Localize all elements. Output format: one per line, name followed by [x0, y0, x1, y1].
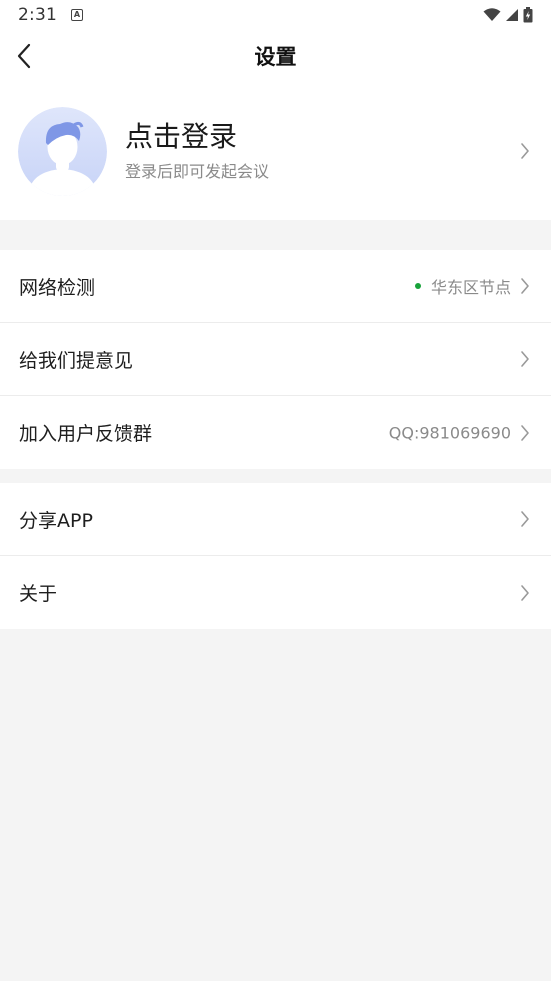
chevron-right-icon: [521, 511, 529, 527]
chevron-right-icon: [521, 143, 529, 159]
login-title: 点击登录: [125, 120, 238, 153]
chevron-right-icon: [521, 584, 529, 601]
wifi-icon: [483, 8, 501, 21]
signal-icon: [506, 9, 518, 21]
page-title: 设置: [254, 45, 297, 69]
login-subtitle: 登录后即可发起会议: [125, 162, 270, 181]
back-button[interactable]: [6, 38, 42, 74]
row-label: 网络检测: [19, 276, 96, 299]
settings-group-1: 网络检测 华东区节点 给我们提意见 加入用户反馈群 QQ:981069690: [0, 250, 551, 469]
status-time: 2:31: [18, 5, 57, 25]
row-value: 华东区节点: [414, 274, 511, 298]
row-label: 加入用户反馈群: [19, 423, 153, 445]
chevron-left-icon: [17, 43, 31, 69]
a-letter-icon: A: [70, 9, 83, 21]
qq-number: QQ:981069690: [388, 423, 511, 442]
login-profile-card[interactable]: 点击登录 登录后即可发起会议: [0, 82, 551, 220]
settings-row-join-group[interactable]: 加入用户反馈群 QQ:981069690: [0, 396, 551, 469]
status-bar: 2:31 A: [0, 0, 551, 30]
status-dot: [414, 283, 421, 289]
battery-charging-icon: [523, 7, 533, 23]
network-node-text: 华东区节点: [430, 278, 511, 297]
settings-screen: 2:31 A 设置 点击登录 登录后即可发起会议 网络检测 华东区节点 给我们提…: [0, 0, 551, 981]
row-label: 关于: [19, 583, 58, 605]
settings-row-feedback[interactable]: 给我们提意见: [0, 323, 551, 396]
row-label: 分享APP: [19, 509, 93, 532]
nav-bar: 设置: [0, 30, 551, 82]
profile-text: 点击登录 登录后即可发起会议: [125, 120, 269, 182]
chevron-right-icon: [521, 351, 529, 367]
chevron-right-icon: [521, 424, 529, 441]
chevron-right-icon: [521, 278, 529, 294]
status-icons: [483, 7, 533, 23]
settings-row-network-check[interactable]: 网络检测 华东区节点: [0, 250, 551, 323]
row-label: 给我们提意见: [19, 349, 134, 372]
settings-row-about[interactable]: 关于: [0, 556, 551, 629]
default-avatar-icon: [18, 106, 107, 196]
settings-row-share-app[interactable]: 分享APP: [0, 483, 551, 556]
settings-group-2: 分享APP 关于: [0, 483, 551, 629]
